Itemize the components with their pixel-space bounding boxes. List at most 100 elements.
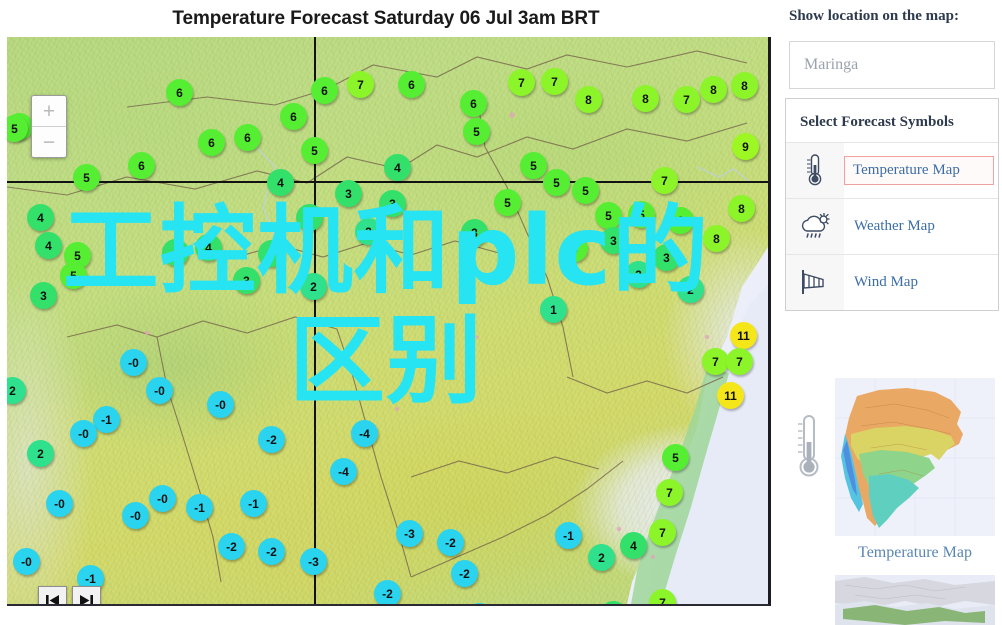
temperature-marker[interactable]: 6 (667, 207, 694, 234)
temperature-marker[interactable]: -0 (146, 377, 173, 404)
temperature-marker[interactable]: 3 (335, 180, 362, 207)
temperature-marker[interactable]: 3 (233, 267, 260, 294)
temperature-marker[interactable]: 11 (730, 322, 757, 349)
temperature-marker[interactable]: 5 (520, 152, 547, 179)
temperature-marker[interactable]: -1 (93, 406, 120, 433)
temperature-marker[interactable]: 7 (702, 348, 729, 375)
temperature-marker[interactable]: 7 (673, 86, 700, 113)
symbol-option-weather-map[interactable]: Weather Map (786, 197, 998, 254)
temperature-marker[interactable]: 3 (379, 190, 406, 217)
thumbnail-temperature-map[interactable] (835, 378, 995, 536)
temperature-marker[interactable]: -0 (70, 420, 97, 447)
temperature-marker[interactable]: -0 (207, 391, 234, 418)
temperature-marker[interactable]: -4 (351, 420, 378, 447)
temperature-marker[interactable]: 5 (301, 137, 328, 164)
temperature-marker[interactable]: 5 (73, 164, 100, 191)
temperature-marker[interactable]: -0 (122, 502, 149, 529)
temperature-marker[interactable]: 6 (166, 79, 193, 106)
temperature-marker[interactable]: 3 (461, 219, 488, 246)
temperature-marker[interactable]: 2 (625, 261, 652, 288)
temperature-marker[interactable]: -1 (186, 494, 213, 521)
temperature-marker[interactable]: 7 (541, 68, 568, 95)
temperature-marker[interactable]: 6 (280, 103, 307, 130)
temperature-marker[interactable]: -2 (258, 426, 285, 453)
temperature-marker[interactable]: 11 (717, 382, 744, 409)
temperature-marker[interactable]: 4 (267, 169, 294, 196)
temperature-marker[interactable]: 5 (463, 118, 490, 145)
temperature-marker[interactable]: 4 (35, 232, 62, 259)
temperature-marker[interactable]: 7 (649, 519, 676, 546)
temperature-marker[interactable]: 7 (508, 69, 535, 96)
location-search-input[interactable] (789, 41, 995, 89)
temperature-marker[interactable]: 7 (347, 71, 374, 98)
temperature-marker[interactable]: 3 (600, 227, 627, 254)
temperature-marker[interactable]: 7 (656, 479, 683, 506)
temperature-marker[interactable]: 5 (662, 444, 689, 471)
thumbnail-secondary-map[interactable] (835, 575, 995, 625)
temperature-marker[interactable]: 3 (653, 244, 680, 271)
temperature-marker[interactable]: 8 (700, 76, 727, 103)
temperature-marker[interactable]: 7 (726, 348, 753, 375)
temperature-marker[interactable]: 8 (731, 72, 758, 99)
temperature-marker[interactable]: 7 (651, 167, 678, 194)
temperature-marker[interactable]: 6 (460, 90, 487, 117)
temperature-marker[interactable]: 6 (398, 71, 425, 98)
symbol-option-wind-map[interactable]: Wind Map (786, 253, 998, 310)
zoom-in-button[interactable]: + (32, 96, 66, 126)
temperature-marker[interactable]: 8 (703, 225, 730, 252)
timeline-controls[interactable] (38, 586, 101, 604)
temperature-marker[interactable]: -0 (46, 490, 73, 517)
temperature-marker[interactable]: 1 (540, 296, 567, 323)
temperature-marker[interactable]: 2 (677, 276, 704, 303)
temperature-marker[interactable]: 5 (543, 169, 570, 196)
temperature-marker[interactable]: 3 (258, 240, 285, 267)
temperature-marker[interactable]: 4 (384, 154, 411, 181)
temperature-marker[interactable]: -1 (240, 490, 267, 517)
forecast-map[interactable]: 5666766778878866545555795643355568432845… (7, 37, 771, 606)
temperature-marker[interactable]: 8 (575, 86, 602, 113)
temperature-marker[interactable]: 4 (27, 204, 54, 231)
temperature-marker[interactable]: 3 (296, 204, 323, 231)
temperature-marker[interactable]: 6 (198, 129, 225, 156)
temperature-marker[interactable]: 5 (595, 202, 622, 229)
temperature-marker[interactable]: -2 (451, 560, 478, 587)
temperature-marker[interactable]: -0 (149, 485, 176, 512)
temperature-marker[interactable]: 8 (728, 195, 755, 222)
temperature-marker[interactable]: 8 (632, 85, 659, 112)
step-backward-button[interactable] (38, 586, 67, 604)
temperature-marker[interactable]: 6 (311, 77, 338, 104)
temperature-marker[interactable]: -0 (13, 548, 40, 575)
zoom-out-button[interactable]: − (32, 126, 66, 157)
temperature-marker[interactable]: 5 (628, 201, 655, 228)
temperature-marker[interactable]: 2 (355, 218, 382, 245)
map-zoom-controls[interactable]: + − (31, 95, 67, 158)
page-title: Temperature Forecast Saturday 06 Jul 3am… (172, 8, 600, 29)
temperature-marker[interactable]: -4 (330, 458, 357, 485)
temperature-marker[interactable]: 2 (300, 273, 327, 300)
temperature-marker[interactable]: 5 (60, 262, 87, 289)
temperature-marker[interactable]: 9 (732, 133, 759, 160)
temperature-marker[interactable]: -2 (258, 538, 285, 565)
temperature-marker[interactable]: -0 (120, 349, 147, 376)
temperature-marker[interactable]: 4 (620, 532, 647, 559)
step-forward-icon (80, 595, 93, 604)
temperature-marker[interactable]: -3 (300, 548, 327, 575)
temperature-marker[interactable]: 2 (27, 440, 54, 467)
temperature-marker[interactable]: -1 (555, 522, 582, 549)
temperature-marker[interactable]: 6 (128, 152, 155, 179)
temperature-marker[interactable]: -2 (218, 533, 245, 560)
temperature-marker[interactable]: 5 (572, 177, 599, 204)
temperature-marker[interactable]: 3 (30, 282, 57, 309)
temperature-marker[interactable]: 4 (195, 234, 222, 261)
temperature-marker[interactable]: 5 (494, 189, 521, 216)
temperature-marker[interactable]: 6 (234, 124, 261, 151)
temperature-marker[interactable]: 6 (561, 235, 588, 262)
temperature-marker[interactable]: -3 (396, 520, 423, 547)
temperature-marker[interactable]: 4 (162, 239, 189, 266)
temperature-marker[interactable]: -2 (374, 580, 401, 604)
symbol-label: Weather Map (854, 218, 935, 234)
symbol-option-temperature-map[interactable]: Temperature Map (786, 141, 998, 198)
temperature-marker[interactable]: 2 (588, 544, 615, 571)
temperature-marker[interactable]: -2 (437, 529, 464, 556)
step-forward-button[interactable] (72, 586, 101, 604)
